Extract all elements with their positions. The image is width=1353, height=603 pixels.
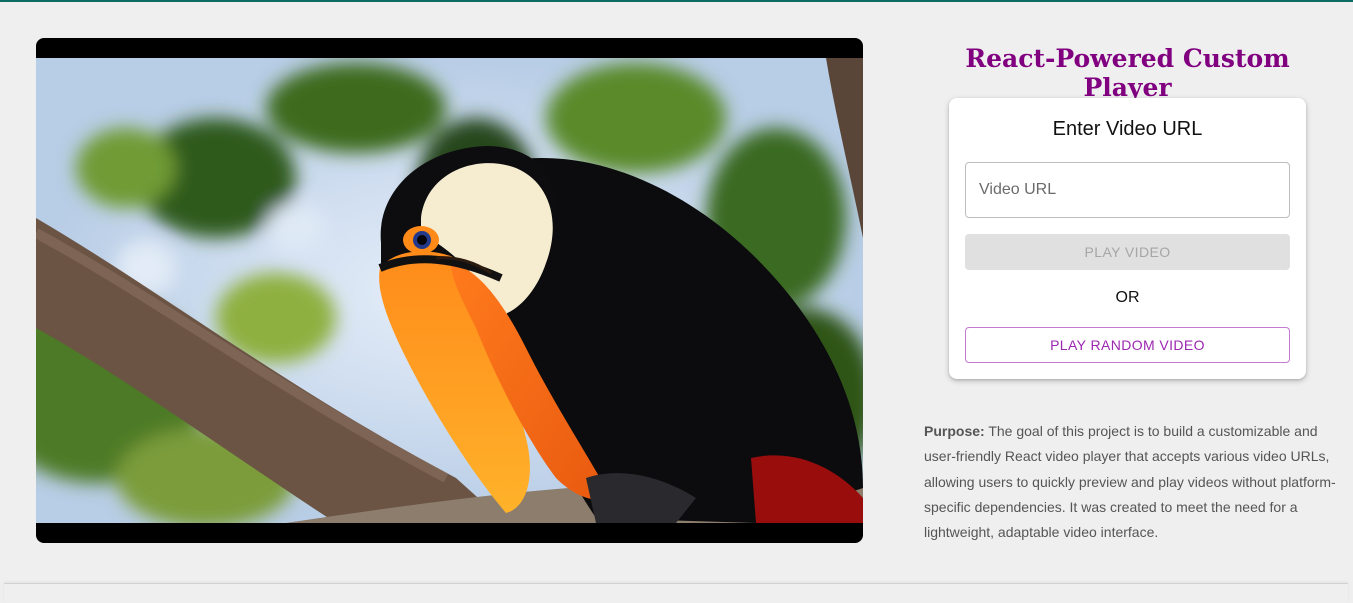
top-accent-line: [0, 0, 1353, 2]
play-video-button[interactable]: PLAY VIDEO: [965, 234, 1290, 270]
card-heading: Enter Video URL: [1052, 118, 1203, 140]
url-card: Enter Video URL PLAY VIDEO OR PLAY RANDO…: [949, 98, 1306, 379]
video-url-input[interactable]: [965, 162, 1290, 218]
video-player[interactable]: [36, 38, 863, 543]
purpose-paragraph: Purpose: The goal of this project is to …: [924, 419, 1336, 545]
video-frame-image: [36, 58, 863, 523]
purpose-label: Purpose:: [924, 423, 985, 439]
bottom-panel: [4, 583, 1348, 603]
or-divider-text: OR: [1115, 289, 1140, 306]
play-random-video-button[interactable]: PLAY RANDOM VIDEO: [965, 327, 1290, 363]
page-title: React-Powered Custom Player: [965, 44, 1290, 102]
purpose-text: The goal of this project is to build a c…: [924, 423, 1336, 541]
